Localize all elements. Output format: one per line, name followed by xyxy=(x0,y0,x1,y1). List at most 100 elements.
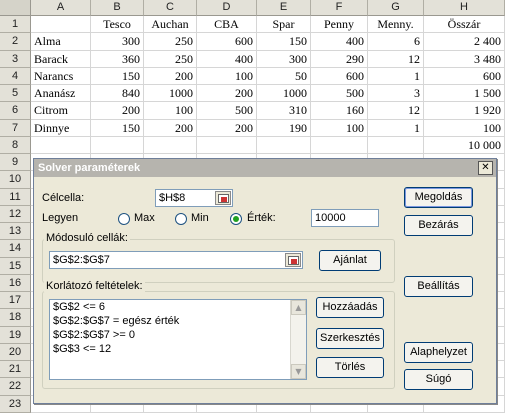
row-header[interactable]: 11 xyxy=(0,188,31,206)
sheet-cell[interactable]: 12 xyxy=(368,50,424,68)
sheet-cell[interactable]: 50 xyxy=(257,67,311,85)
sheet-cell[interactable]: 160 xyxy=(311,102,368,120)
row-header[interactable]: 20 xyxy=(0,343,31,361)
sheet-cell[interactable]: 100 xyxy=(311,119,368,137)
sheet-cell[interactable]: 300 xyxy=(257,50,311,68)
column-header-h[interactable]: H xyxy=(424,0,505,16)
sheet-cell[interactable]: 310 xyxy=(257,102,311,120)
sheet-cell[interactable] xyxy=(31,136,91,154)
cell-picker-icon[interactable] xyxy=(285,253,301,267)
row-header[interactable]: 23 xyxy=(0,395,31,413)
sheet-cell[interactable] xyxy=(368,136,424,154)
sheet-cell[interactable]: 1 500 xyxy=(424,85,505,103)
row-header[interactable]: 19 xyxy=(0,326,31,344)
sheet-cell[interactable]: 200 xyxy=(144,119,197,137)
scroll-up-icon[interactable]: ▲ xyxy=(291,300,306,315)
add-button[interactable]: Hozzáadás xyxy=(316,297,384,318)
column-header-b[interactable]: B xyxy=(91,0,144,16)
sheet-cell[interactable]: CBA xyxy=(197,16,257,34)
sheet-cell[interactable]: 1000 xyxy=(144,85,197,103)
close-button[interactable]: Bezárás xyxy=(404,215,473,236)
sheet-cell[interactable]: 200 xyxy=(144,67,197,85)
row-header[interactable]: 4 xyxy=(0,67,31,85)
sheet-cell[interactable]: 600 xyxy=(311,67,368,85)
sheet-cell[interactable]: 300 xyxy=(91,33,144,51)
sheet-cell[interactable]: Spar xyxy=(257,16,311,34)
sheet-cell[interactable]: 500 xyxy=(311,85,368,103)
row-header[interactable]: 12 xyxy=(0,205,31,223)
radio-max[interactable] xyxy=(118,213,130,225)
sheet-cell[interactable]: Összár xyxy=(424,16,505,34)
sheet-cell[interactable]: 250 xyxy=(144,50,197,68)
row-header[interactable]: 18 xyxy=(0,309,31,327)
sheet-cell[interactable]: 840 xyxy=(91,85,144,103)
help-button[interactable]: Súgó xyxy=(404,369,473,390)
sheet-cell[interactable] xyxy=(144,136,197,154)
sheet-cell[interactable]: 6 xyxy=(368,33,424,51)
sheet-cell[interactable]: 100 xyxy=(424,119,505,137)
options-button[interactable]: Beállítás xyxy=(404,276,473,297)
constraints-scrollbar[interactable]: ▲ ▼ xyxy=(290,300,306,379)
sheet-cell[interactable]: 500 xyxy=(197,102,257,120)
column-header-d[interactable]: D xyxy=(197,0,257,16)
cell-picker-icon[interactable] xyxy=(215,191,231,205)
sheet-cell[interactable]: 2 400 xyxy=(424,33,505,51)
sheet-cell[interactable]: Menny. xyxy=(368,16,424,34)
sheet-cell[interactable] xyxy=(257,136,311,154)
sheet-cell[interactable]: 100 xyxy=(197,67,257,85)
column-header-g[interactable]: G xyxy=(368,0,424,16)
close-icon[interactable]: ✕ xyxy=(478,161,493,175)
column-header-e[interactable]: E xyxy=(257,0,311,16)
sheet-cell[interactable] xyxy=(91,136,144,154)
sheet-cell[interactable]: Tesco xyxy=(91,16,144,34)
row-header[interactable]: 6 xyxy=(0,102,31,120)
sheet-cell[interactable]: 200 xyxy=(91,102,144,120)
sheet-cell[interactable]: 400 xyxy=(311,33,368,51)
sheet-cell[interactable]: Dinnye xyxy=(31,119,91,137)
sheet-cell[interactable]: Alma xyxy=(31,33,91,51)
sheet-cell[interactable]: Penny xyxy=(311,16,368,34)
row-header[interactable]: 21 xyxy=(0,361,31,379)
row-header[interactable]: 22 xyxy=(0,378,31,396)
column-header-f[interactable]: F xyxy=(311,0,368,16)
row-header[interactable]: 10 xyxy=(0,171,31,189)
sheet-cell[interactable]: 1 xyxy=(368,119,424,137)
constraint-item[interactable]: $G$2 <= 6 xyxy=(50,300,306,314)
column-header-c[interactable]: C xyxy=(144,0,197,16)
delete-button[interactable]: Törlés xyxy=(316,357,384,378)
sheet-cell[interactable]: 250 xyxy=(144,33,197,51)
sheet-cell[interactable]: Citrom xyxy=(31,102,91,120)
row-header[interactable]: 3 xyxy=(0,50,31,68)
row-header[interactable]: 17 xyxy=(0,292,31,310)
sheet-cell[interactable]: 190 xyxy=(257,119,311,137)
constraint-item[interactable]: $G$2:$G$7 >= 0 xyxy=(50,328,306,342)
row-header[interactable]: 1 xyxy=(0,16,31,34)
target-cell-field[interactable]: $H$8 xyxy=(155,189,233,207)
reset-all-button[interactable]: Alaphelyzet xyxy=(404,342,473,363)
sheet-cell[interactable]: 10 000 xyxy=(424,136,505,154)
row-header[interactable]: 8 xyxy=(0,136,31,154)
sheet-cell[interactable]: 200 xyxy=(197,119,257,137)
sheet-cell[interactable]: 600 xyxy=(197,33,257,51)
sheet-cell[interactable]: Narancs xyxy=(31,67,91,85)
radio-value[interactable] xyxy=(230,213,242,225)
constraints-list[interactable]: $G$2 <= 6 $G$2:$G$7 = egész érték $G$2:$… xyxy=(49,299,307,380)
scroll-down-icon[interactable]: ▼ xyxy=(291,364,306,379)
row-header[interactable]: 14 xyxy=(0,240,31,258)
sheet-cell[interactable]: 100 xyxy=(144,102,197,120)
row-header[interactable]: 16 xyxy=(0,274,31,292)
value-input[interactable]: 10000 xyxy=(311,209,379,227)
sheet-cell[interactable]: 360 xyxy=(91,50,144,68)
sheet-cell[interactable] xyxy=(311,136,368,154)
sheet-cell[interactable] xyxy=(197,136,257,154)
sheet-cell[interactable]: 1 920 xyxy=(424,102,505,120)
sheet-cell[interactable]: Barack xyxy=(31,50,91,68)
sheet-cell[interactable]: 3 xyxy=(368,85,424,103)
changing-cells-field[interactable]: $G$2:$G$7 xyxy=(49,251,303,269)
row-header[interactable]: 9 xyxy=(0,154,31,172)
sheet-cell[interactable]: Auchan xyxy=(144,16,197,34)
sheet-cell[interactable] xyxy=(31,16,91,34)
select-all-corner[interactable] xyxy=(0,0,31,16)
row-header[interactable]: 5 xyxy=(0,85,31,103)
row-header[interactable]: 15 xyxy=(0,257,31,275)
